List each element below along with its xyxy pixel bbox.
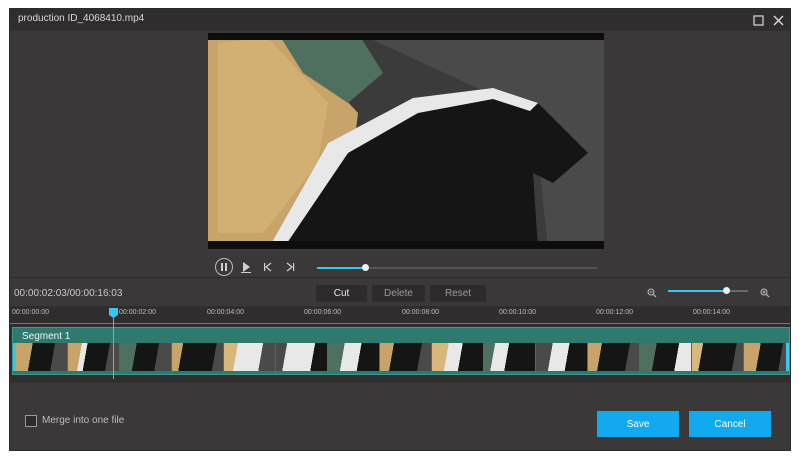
video-preview xyxy=(208,33,604,249)
zoom-slider-knob[interactable] xyxy=(723,287,730,294)
pause-icon[interactable] xyxy=(215,258,233,276)
segment-label: Segment 1 xyxy=(22,331,71,342)
zoom-slider-fill xyxy=(668,290,726,292)
thumbnail xyxy=(536,343,588,371)
merge-checkbox[interactable] xyxy=(25,415,37,427)
cut-button[interactable]: Cut xyxy=(316,285,367,302)
zoom-out-icon[interactable] xyxy=(646,285,658,301)
zoom-in-icon[interactable] xyxy=(759,285,771,301)
thumbnail xyxy=(276,343,328,371)
thumbnail xyxy=(744,343,786,371)
divider xyxy=(10,277,790,278)
skip-forward-icon[interactable] xyxy=(282,258,298,276)
reset-button[interactable]: Reset xyxy=(430,285,486,302)
thumbnail xyxy=(224,343,276,371)
thumbnail xyxy=(484,343,536,371)
segment-right-handle[interactable] xyxy=(786,343,789,371)
thumbnail xyxy=(692,343,744,371)
playback-progress xyxy=(317,267,365,269)
close-icon[interactable] xyxy=(770,12,786,28)
merge-label: Merge into one file xyxy=(42,415,125,426)
thumbnail xyxy=(588,343,640,371)
ruler-label: 00:00:10:00 xyxy=(499,309,536,316)
thumbnail xyxy=(172,343,224,371)
delete-button[interactable]: Delete xyxy=(372,285,425,302)
window-title: production ID_4068410.mp4 xyxy=(18,13,145,24)
thumbnail xyxy=(16,343,68,371)
title-bar: production ID_4068410.mp4 xyxy=(10,9,790,31)
segment-left-handle[interactable] xyxy=(13,343,16,371)
ruler-label: 00:00:02:00 xyxy=(119,309,156,316)
ruler-label: 00:00:14:00 xyxy=(693,309,730,316)
maximize-icon[interactable] xyxy=(750,12,766,28)
ruler-label: 00:00:06:00 xyxy=(304,309,341,316)
player-controls xyxy=(208,258,604,278)
thumbnail xyxy=(328,343,380,371)
playhead[interactable] xyxy=(113,312,114,379)
ruler-label: 00:00:04:00 xyxy=(207,309,244,316)
thumbnail xyxy=(432,343,484,371)
ruler-label: 00:00:08:00 xyxy=(402,309,439,316)
timecode: 00:00:02:03/00:00:16:03 xyxy=(14,288,123,299)
save-button[interactable]: Save xyxy=(597,411,679,437)
editor-window: production ID_4068410.mp4 00:00:02:03/00… xyxy=(9,8,791,451)
thumbnail xyxy=(640,343,692,371)
time-ruler: 00:00:00:00 00:00:02:00 00:00:04:00 00:0… xyxy=(10,306,790,326)
cancel-button[interactable]: Cancel xyxy=(689,411,771,437)
thumbnail xyxy=(380,343,432,371)
ruler-label: 00:00:12:00 xyxy=(596,309,633,316)
playback-scrubber-knob[interactable] xyxy=(362,264,369,271)
ruler-label: 00:00:00:00 xyxy=(12,309,49,316)
letterbox-bottom xyxy=(208,241,604,249)
ruler-baseline xyxy=(10,323,790,324)
segment-clip[interactable]: Segment 1 xyxy=(12,327,790,375)
play-icon[interactable] xyxy=(237,258,255,276)
timeline[interactable]: 00:00:00:00 00:00:02:00 00:00:04:00 00:0… xyxy=(10,306,790,383)
thumbnail-strip xyxy=(16,343,786,371)
skip-back-icon[interactable] xyxy=(260,258,276,276)
letterbox-top xyxy=(208,33,604,40)
thumbnail xyxy=(120,343,172,371)
